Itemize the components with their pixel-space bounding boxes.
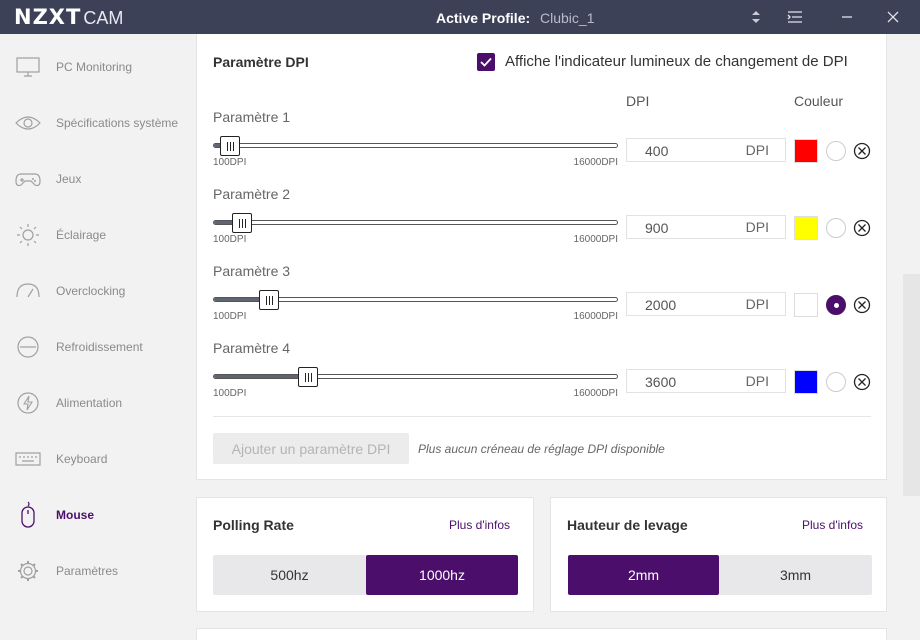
dpi-setting-4-slider-thumb[interactable] [298, 367, 318, 387]
lift-option-3mm[interactable]: 3mm [719, 555, 872, 595]
dpi-setting-2-label: Paramètre 2 [213, 186, 291, 202]
active-profile-value[interactable]: Clubic_1 [540, 10, 594, 26]
add-dpi-setting-button[interactable]: Ajouter un paramètre DPI [213, 433, 409, 464]
lift-height-info-link[interactable]: Plus d'infos [802, 518, 863, 532]
sidebar-item-mouse[interactable]: Mouse [0, 495, 196, 535]
dpi-setting-1-color-swatch[interactable] [794, 139, 818, 163]
cooling-icon [14, 333, 42, 361]
dpi-setting-3-range-max: 16000DPI [573, 311, 618, 322]
add-dpi-note: Plus aucun créneau de réglage DPI dispon… [418, 442, 665, 456]
keyboard-icon [14, 445, 42, 473]
dpi-setting-2-range-max: 16000DPI [573, 234, 618, 245]
active-profile-label: Active Profile: [436, 10, 531, 26]
profile-sort-icon[interactable] [739, 0, 773, 34]
dpi-setting-1-value: 400 [645, 143, 669, 159]
sidebar-item-pc-monitoring[interactable]: PC Monitoring [0, 47, 196, 87]
nzxt-cam-logo: NZXT CAM [14, 5, 124, 29]
dpi-setting-3-select-radio[interactable] [826, 295, 846, 315]
dpi-setting-1-range-min: 100DPI [213, 157, 247, 168]
dpi-setting-4-value: 3600 [645, 374, 677, 390]
dpi-setting-2-remove-icon[interactable] [853, 219, 871, 237]
menu-icon[interactable] [778, 0, 812, 34]
sidebar-item-specifications[interactable]: Spécifications système [0, 103, 196, 143]
dpi-setting-3-color-swatch[interactable] [794, 293, 818, 317]
title-bar: NZXT CAM Active Profile: Clubic_1 [0, 0, 920, 34]
dpi-settings-panel [196, 34, 887, 480]
polling-option-1000hz[interactable]: 1000hz [366, 555, 518, 595]
dpi-setting-3-unit: DPI [745, 296, 769, 312]
gauge-icon [14, 277, 42, 305]
dpi-setting-3-label: Paramètre 3 [213, 263, 291, 279]
dpi-setting-3-slider[interactable] [213, 290, 618, 310]
sidebar-item-games[interactable]: Jeux [0, 159, 196, 199]
dpi-setting-2-color-swatch[interactable] [794, 216, 818, 240]
dpi-panel-title: Paramètre DPI [213, 54, 309, 70]
dpi-setting-4-range-max: 16000DPI [573, 388, 618, 399]
dpi-divider [213, 416, 871, 417]
dpi-setting-3-slider-thumb[interactable] [259, 290, 279, 310]
sun-icon [14, 221, 42, 249]
sidebar-item-keyboard[interactable]: Keyboard [0, 439, 196, 479]
minimize-icon[interactable] [830, 0, 864, 34]
dpi-setting-2-range-min: 100DPI [213, 234, 247, 245]
sidebar-item-power[interactable]: Alimentation [0, 383, 196, 423]
close-icon[interactable] [876, 0, 910, 34]
dpi-indicator-checkbox[interactable] [477, 53, 495, 71]
dpi-setting-2-value: 900 [645, 220, 669, 236]
eye-icon [14, 109, 42, 137]
dpi-setting-4-select-radio[interactable] [826, 372, 846, 392]
dpi-setting-4-remove-icon[interactable] [853, 373, 871, 391]
dpi-setting-1-input[interactable]: 400 DPI [626, 138, 786, 162]
polling-option-500hz[interactable]: 500hz [213, 555, 366, 595]
dpi-indicator-label: Affiche l'indicateur lumineux de changem… [505, 53, 848, 70]
dpi-setting-2-select-radio[interactable] [826, 218, 846, 238]
dpi-setting-1-slider[interactable] [213, 136, 618, 156]
sidebar-item-overclocking[interactable]: Overclocking [0, 271, 196, 311]
lift-height-title: Hauteur de levage [567, 517, 688, 533]
dpi-setting-2-input[interactable]: 900 DPI [626, 215, 786, 239]
dpi-column-header: DPI [626, 93, 650, 109]
sidebar-item-settings[interactable]: Paramètres [0, 551, 196, 591]
dpi-setting-2-slider-thumb[interactable] [232, 213, 252, 233]
lift-option-2mm[interactable]: 2mm [568, 555, 719, 595]
dpi-setting-1-remove-icon[interactable] [853, 142, 871, 160]
dpi-setting-1-slider-thumb[interactable] [220, 136, 240, 156]
sidebar-item-cooling[interactable]: Refroidissement [0, 327, 196, 367]
gamepad-icon [14, 165, 42, 193]
dpi-setting-1-range-max: 16000DPI [573, 157, 618, 168]
scrollbar-thumb[interactable] [903, 274, 920, 496]
mouse-icon [14, 501, 42, 529]
polling-rate-title: Polling Rate [213, 517, 294, 533]
dpi-setting-3-remove-icon[interactable] [853, 296, 871, 314]
dpi-setting-3-value: 2000 [645, 297, 677, 313]
color-column-header: Couleur [794, 93, 844, 109]
dpi-setting-4-slider[interactable] [213, 367, 618, 387]
polling-rate-info-link[interactable]: Plus d'infos [449, 518, 510, 532]
gear-icon [14, 557, 42, 585]
dpi-setting-4-color-swatch[interactable] [794, 370, 818, 394]
dpi-setting-4-slider-fill [214, 375, 305, 378]
sidebar-item-lighting[interactable]: Éclairage [0, 215, 196, 255]
dpi-setting-4-label: Paramètre 4 [213, 340, 291, 356]
dpi-setting-4-range-min: 100DPI [213, 388, 247, 399]
next-settings-panel [196, 628, 887, 640]
dpi-setting-4-input[interactable]: 3600 DPI [626, 369, 786, 393]
dpi-setting-3-range-min: 100DPI [213, 311, 247, 322]
dpi-setting-1-select-radio[interactable] [826, 141, 846, 161]
checkmark-icon [480, 57, 492, 67]
dpi-setting-2-unit: DPI [745, 219, 769, 235]
sidebar: PC Monitoring Spécifications système Jeu… [0, 34, 196, 640]
dpi-setting-2-slider[interactable] [213, 213, 618, 233]
dpi-setting-3-input[interactable]: 2000 DPI [626, 292, 786, 316]
monitor-icon [14, 53, 42, 81]
power-icon [14, 389, 42, 417]
dpi-setting-1-unit: DPI [745, 142, 769, 158]
dpi-setting-1-label: Paramètre 1 [213, 109, 291, 125]
dpi-setting-4-unit: DPI [745, 373, 769, 389]
